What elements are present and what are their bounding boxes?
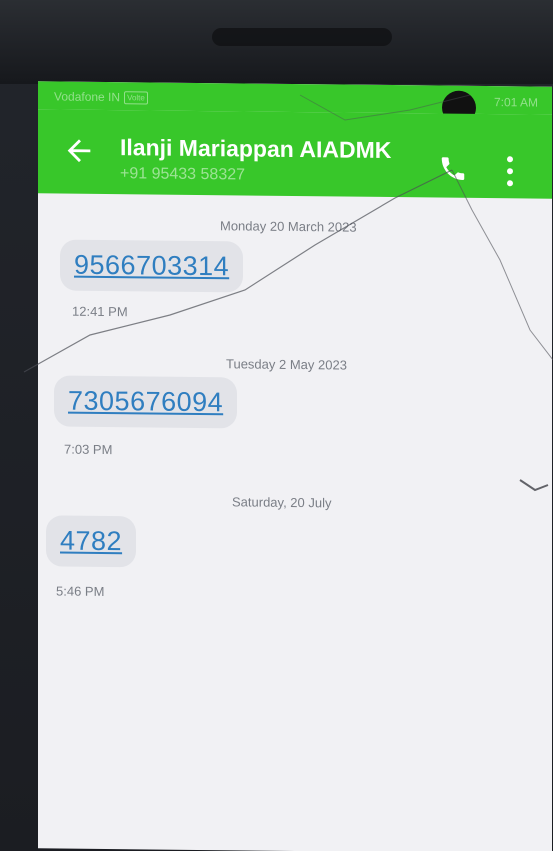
message-bubble[interactable]: 9566703314 [60, 239, 244, 293]
message-bubble[interactable]: 7305676094 [54, 375, 238, 429]
date-separator: Monday 20 March 2023 [220, 218, 357, 235]
number-link[interactable]: 4782 [60, 526, 122, 557]
message-thread[interactable]: Monday 20 March 2023 9566703314 12:41 PM… [38, 193, 552, 851]
conversation-toolbar: Ilanji Mariappan AIADMK +91 95433 58327 [38, 109, 552, 199]
contact-name[interactable]: Ilanji Mariappan AIADMK [120, 134, 391, 164]
back-button[interactable] [62, 134, 96, 168]
more-options-button[interactable] [503, 154, 517, 188]
volte-badge: Volte [124, 90, 148, 104]
date-separator: Saturday, 20 July [232, 494, 332, 511]
message-bubble[interactable]: 4782 [46, 515, 137, 568]
status-right: 7:01 AM [441, 90, 538, 125]
messaging-screen: Vodafone IN Volte 7:01 AM Ilanji Mariapp… [38, 81, 552, 851]
earpiece [212, 28, 392, 46]
message-time: 12:41 PM [72, 303, 128, 320]
more-vertical-icon [507, 156, 513, 187]
contact-number: +91 95433 58327 [120, 165, 246, 184]
phone-bezel [0, 0, 553, 84]
status-time: 7:01 AM [493, 95, 538, 110]
phone-number-link[interactable]: 9566703314 [74, 250, 229, 282]
arrow-left-icon [67, 139, 91, 163]
call-button[interactable] [438, 153, 468, 183]
carrier-name: Vodafone IN [54, 89, 121, 105]
phone-device: Vodafone IN Volte 7:01 AM Ilanji Mariapp… [0, 0, 553, 851]
phone-icon [441, 157, 465, 181]
message-time: 5:46 PM [56, 583, 105, 600]
carrier-info: Vodafone IN Volte [54, 89, 148, 104]
phone-number-link[interactable]: 7305676094 [68, 386, 223, 418]
date-separator: Tuesday 2 May 2023 [226, 356, 347, 373]
message-time: 7:03 PM [64, 441, 113, 458]
